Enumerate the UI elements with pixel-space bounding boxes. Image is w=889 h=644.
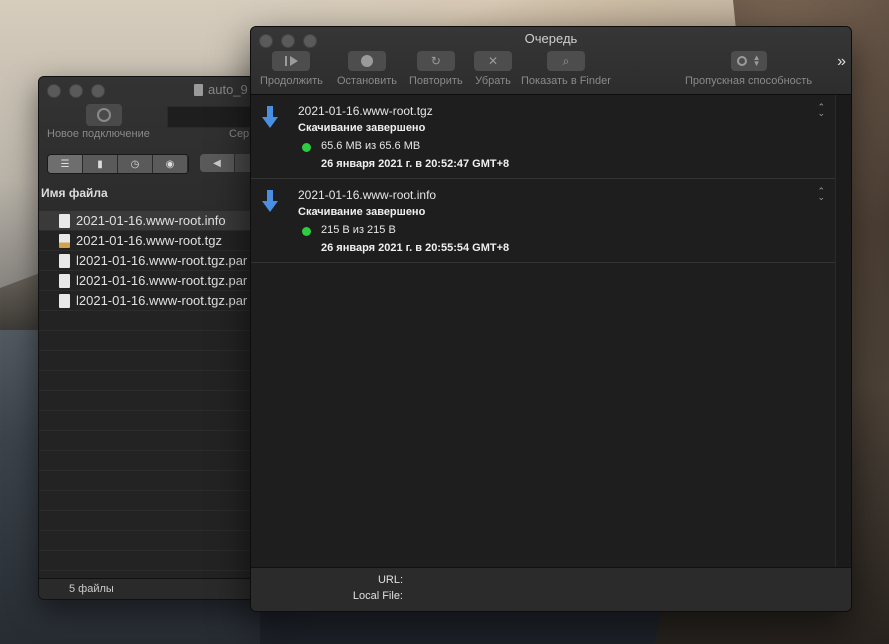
stop-icon bbox=[361, 55, 374, 67]
minimize-window-button[interactable] bbox=[69, 84, 83, 98]
window-title: auto_9 bbox=[194, 82, 248, 97]
empty-row bbox=[39, 371, 279, 391]
empty-row bbox=[39, 451, 279, 471]
file-list: 2021-01-16.www-root.info 2021-01-16.www-… bbox=[39, 211, 279, 571]
transfer-list: 2021-01-16.www-root.tgz Скачивание завер… bbox=[251, 95, 835, 567]
document-icon bbox=[59, 273, 70, 288]
resume-icon bbox=[284, 56, 287, 66]
vertical-scrollbar[interactable] bbox=[835, 95, 851, 567]
close-window-button[interactable] bbox=[47, 84, 61, 98]
queue-toolbar: Очередь Продолжить Остановить ↻ Повторит… bbox=[251, 27, 851, 95]
window-controls bbox=[47, 84, 105, 98]
finder-icon: ⌕ bbox=[562, 53, 570, 68]
empty-row bbox=[39, 531, 279, 551]
stop-toolbar-item[interactable]: Остановить bbox=[337, 51, 397, 87]
server-label: Сер bbox=[229, 128, 250, 140]
transfer-item[interactable]: 2021-01-16.www-root.info Скачивание заве… bbox=[251, 179, 835, 263]
browser-window: auto_9 Новое подключение Сер ☰ ▮ ◷ ◉ ◀ И… bbox=[38, 76, 280, 600]
document-icon bbox=[59, 293, 70, 308]
transfer-item[interactable]: 2021-01-16.www-root.tgz Скачивание завер… bbox=[251, 95, 835, 179]
file-count: 5 файлы bbox=[69, 583, 114, 595]
bandwidth-popup[interactable]: ▲ ▼ bbox=[730, 51, 767, 71]
view-segmented-control: ☰ ▮ ◷ ◉ bbox=[47, 154, 189, 174]
chevron-updown-icon[interactable]: ⌃ ⌄ bbox=[817, 103, 825, 118]
status-bar: 5 файлы bbox=[39, 578, 279, 599]
speedometer-icon bbox=[736, 56, 747, 66]
retry-button[interactable]: ↻ bbox=[416, 51, 455, 71]
show-in-finder-button[interactable]: ⌕ bbox=[546, 51, 585, 71]
chevron-updown-icon[interactable]: ⌃ ⌄ bbox=[817, 187, 825, 202]
new-connection-label: Новое подключение bbox=[47, 128, 150, 140]
transfer-filename: 2021-01-16.www-root.info bbox=[298, 188, 437, 202]
empty-row bbox=[39, 351, 279, 371]
url-label: URL: bbox=[377, 574, 403, 586]
transfer-size: 65.6 MB из 65.6 MB bbox=[321, 140, 421, 152]
transfer-info-footer: URL: Local File: bbox=[251, 567, 851, 611]
empty-row bbox=[39, 491, 279, 511]
window-title: Очередь bbox=[524, 31, 578, 46]
transfer-status: Скачивание завершено bbox=[298, 206, 426, 218]
resume-button[interactable] bbox=[272, 51, 311, 71]
back-button[interactable]: ◀ bbox=[200, 154, 234, 172]
retry-toolbar-item[interactable]: ↻ Повторить bbox=[409, 51, 463, 87]
download-arrow-icon bbox=[262, 106, 278, 128]
document-icon bbox=[59, 213, 70, 228]
toolbar-overflow-button[interactable]: » bbox=[837, 53, 846, 71]
queue-window: Очередь Продолжить Остановить ↻ Повторит… bbox=[250, 26, 852, 612]
resume-toolbar-item[interactable]: Продолжить bbox=[260, 51, 323, 87]
archive-icon bbox=[59, 233, 70, 248]
status-dot-icon bbox=[302, 227, 311, 236]
empty-row bbox=[39, 431, 279, 451]
local-file-label: Local File: bbox=[352, 590, 403, 602]
close-icon: ✕ bbox=[487, 54, 499, 68]
bandwidth-toolbar-item[interactable]: ▲ ▼ Пропускная способность bbox=[685, 51, 812, 87]
outline-view-icon[interactable]: ☰ bbox=[48, 155, 83, 173]
show-in-finder-toolbar-item[interactable]: ⌕ Показать в Finder bbox=[521, 51, 611, 87]
empty-row bbox=[39, 471, 279, 491]
transfer-status: Скачивание завершено bbox=[298, 122, 426, 134]
new-connection-button[interactable] bbox=[86, 104, 122, 126]
document-icon bbox=[59, 253, 70, 268]
remove-toolbar-item[interactable]: ✕ Убрать bbox=[474, 51, 512, 87]
document-icon bbox=[194, 83, 203, 96]
file-row[interactable]: 2021-01-16.www-root.info bbox=[39, 211, 279, 231]
status-dot-icon bbox=[302, 143, 311, 152]
transfer-size: 215 B из 215 B bbox=[321, 224, 396, 236]
zoom-window-button[interactable] bbox=[91, 84, 105, 98]
file-row[interactable]: l2021-01-16.www-root.tgz.par bbox=[39, 291, 279, 311]
empty-row bbox=[39, 391, 279, 411]
bookmarks-icon[interactable]: ▮ bbox=[83, 155, 118, 173]
empty-row bbox=[39, 311, 279, 331]
bonjour-icon[interactable]: ◉ bbox=[153, 155, 188, 173]
download-arrow-icon bbox=[262, 190, 278, 212]
transfer-date: 26 января 2021 г. в 20:52:47 GMT+8 bbox=[321, 158, 510, 170]
empty-row bbox=[39, 511, 279, 531]
history-icon[interactable]: ◷ bbox=[118, 155, 153, 173]
browser-toolbar: auto_9 Новое подключение Сер ☰ ▮ ◷ ◉ ◀ И… bbox=[39, 77, 279, 212]
transfer-date: 26 января 2021 г. в 20:55:54 GMT+8 bbox=[321, 242, 510, 254]
retry-icon: ↻ bbox=[430, 54, 441, 68]
empty-row bbox=[39, 551, 279, 571]
file-row[interactable]: l2021-01-16.www-root.tgz.par bbox=[39, 251, 279, 271]
chevron-updown-icon: ▲ ▼ bbox=[752, 53, 761, 68]
empty-row bbox=[39, 331, 279, 351]
globe-icon bbox=[97, 108, 111, 122]
stop-button[interactable] bbox=[348, 51, 387, 71]
filename-column-header[interactable]: Имя файла bbox=[41, 186, 108, 200]
file-row[interactable]: l2021-01-16.www-root.tgz.par bbox=[39, 271, 279, 291]
remove-button[interactable]: ✕ bbox=[474, 51, 512, 71]
file-row[interactable]: 2021-01-16.www-root.tgz bbox=[39, 231, 279, 251]
empty-row bbox=[39, 411, 279, 431]
transfer-filename: 2021-01-16.www-root.tgz bbox=[298, 104, 433, 118]
